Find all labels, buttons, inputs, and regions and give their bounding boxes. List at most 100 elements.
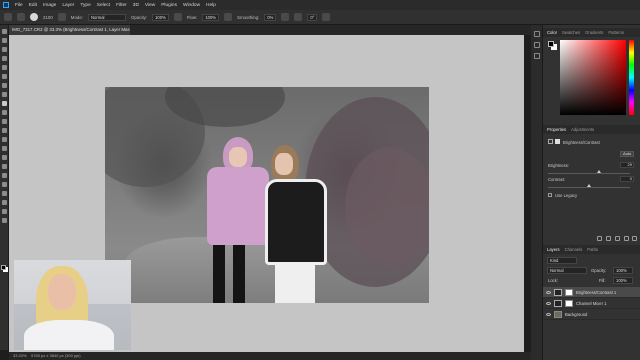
fill-field[interactable]: 100% — [613, 277, 633, 284]
photoshop-logo-icon[interactable] — [3, 2, 9, 8]
angle-field[interactable]: 0° — [307, 13, 318, 21]
menu-layer[interactable]: Layer — [59, 3, 77, 8]
eraser-tool-icon[interactable] — [2, 128, 7, 133]
angle-icon[interactable] — [294, 13, 303, 21]
menu-type[interactable]: Type — [77, 3, 93, 8]
history-brush-tool-icon[interactable] — [2, 119, 7, 124]
menu-view[interactable]: View — [142, 3, 158, 8]
airbrush-icon[interactable] — [224, 13, 233, 21]
pen-tool-icon[interactable] — [2, 164, 7, 169]
eye-icon[interactable] — [546, 312, 551, 316]
frame-tool-icon[interactable] — [2, 74, 7, 79]
marquee-tool-icon[interactable] — [2, 38, 7, 43]
hand-tool-icon[interactable] — [2, 200, 7, 205]
brush-preset-picker[interactable] — [30, 13, 38, 21]
tab-patterns[interactable]: Patterns — [608, 30, 624, 35]
menu-3d[interactable]: 3D — [130, 3, 142, 8]
dodge-tool-icon[interactable] — [2, 155, 7, 160]
tab-gradients[interactable]: Gradients — [585, 30, 603, 35]
menu-select[interactable]: Select — [94, 3, 113, 8]
contrast-label: Contrast: — [548, 177, 565, 182]
foreground-color-swatch[interactable] — [1, 265, 6, 270]
mode-select[interactable]: Normal — [87, 13, 126, 21]
use-legacy-checkbox[interactable] — [548, 193, 552, 197]
auto-button[interactable]: Auto — [620, 151, 634, 157]
layer-name[interactable]: Channel Mixer 1 — [576, 301, 607, 306]
contrast-slider-thumb[interactable] — [587, 184, 591, 187]
reset-icon[interactable] — [615, 236, 620, 241]
delete-adjustment-icon[interactable] — [632, 236, 637, 241]
menu-help[interactable]: Help — [203, 3, 219, 8]
layer-opacity-field[interactable]: 100% — [613, 267, 633, 274]
document-image[interactable] — [105, 87, 429, 303]
eye-icon[interactable] — [546, 301, 551, 305]
toggle-visibility-icon[interactable] — [624, 236, 629, 241]
layer-name[interactable]: Background — [565, 312, 587, 317]
more-tools-icon[interactable] — [2, 218, 7, 223]
layer-row[interactable]: Background — [543, 309, 640, 320]
crop-tool-icon[interactable] — [2, 65, 7, 70]
layer-filter-kind[interactable]: Kind — [547, 257, 577, 264]
layer-row[interactable]: Channel Mixer 1 — [543, 298, 640, 309]
color-picker-field[interactable] — [560, 40, 626, 115]
properties-panel-tabs: Properties Adjustments — [543, 125, 640, 134]
document-tab[interactable]: IMG_7317.CR2 @ 33.3% (Brightness/Contras… — [9, 25, 130, 35]
healing-brush-tool-icon[interactable] — [2, 92, 7, 97]
path-selection-tool-icon[interactable] — [2, 182, 7, 187]
layer-mask-thumbnail[interactable] — [565, 299, 573, 307]
gradient-tool-icon[interactable] — [2, 137, 7, 142]
hue-slider[interactable] — [629, 40, 634, 115]
color-panel-foreground-swatch[interactable] — [548, 41, 554, 47]
clip-to-layer-icon[interactable] — [597, 236, 602, 241]
blur-tool-icon[interactable] — [2, 146, 7, 151]
zoom-tool-icon[interactable] — [2, 209, 7, 214]
brightness-value[interactable]: 29 — [620, 162, 634, 168]
brush-tool-icon[interactable] — [2, 101, 7, 106]
clone-stamp-tool-icon[interactable] — [2, 110, 7, 115]
tab-channels[interactable]: Channels — [565, 247, 583, 252]
view-previous-state-icon[interactable] — [606, 236, 611, 241]
tab-adjustments[interactable]: Adjustments — [571, 127, 594, 132]
home-icon[interactable] — [4, 13, 12, 21]
brush-tool-icon[interactable] — [17, 13, 25, 21]
smoothing-field[interactable]: 0% — [264, 13, 277, 21]
eye-icon[interactable] — [546, 290, 551, 294]
menu-window[interactable]: Window — [180, 3, 203, 8]
layer-mask-icon[interactable] — [555, 139, 560, 144]
tab-paths[interactable]: Paths — [587, 247, 598, 252]
lasso-tool-icon[interactable] — [2, 47, 7, 52]
smoothing-label: Smoothing: — [237, 14, 260, 20]
contrast-slider[interactable] — [548, 187, 630, 188]
libraries-panel-icon[interactable] — [534, 42, 540, 48]
move-tool-icon[interactable] — [2, 29, 7, 34]
3d-panel-icon[interactable] — [534, 53, 540, 59]
quick-select-tool-icon[interactable] — [2, 56, 7, 61]
status-zoom[interactable]: 33.33% — [13, 353, 27, 358]
brightness-slider[interactable] — [548, 173, 630, 174]
menu-edit[interactable]: Edit — [26, 3, 40, 8]
brightness-slider-thumb[interactable] — [596, 170, 601, 173]
tab-properties[interactable]: Properties — [547, 127, 566, 132]
flow-field[interactable]: 100% — [202, 13, 220, 21]
contrast-value[interactable]: 0 — [620, 176, 634, 182]
menu-filter[interactable]: Filter — [113, 3, 130, 8]
pressure-opacity-icon[interactable] — [173, 13, 182, 21]
history-panel-icon[interactable] — [534, 31, 540, 37]
brush-settings-icon[interactable] — [57, 13, 66, 21]
tab-layers[interactable]: Layers — [547, 247, 560, 252]
pressure-size-icon[interactable] — [322, 13, 331, 21]
menu-file[interactable]: File — [12, 3, 26, 8]
layer-name[interactable]: Brightness/Contrast 1 — [576, 290, 616, 295]
tab-color[interactable]: Color — [547, 30, 557, 35]
menu-plugins[interactable]: Plugins — [158, 3, 180, 8]
smoothing-settings-icon[interactable] — [281, 13, 290, 21]
opacity-field[interactable]: 100% — [152, 13, 169, 21]
menu-image[interactable]: Image — [40, 3, 59, 8]
layer-row[interactable]: Brightness/Contrast 1 — [543, 287, 640, 298]
rectangle-tool-icon[interactable] — [2, 191, 7, 196]
tab-swatches[interactable]: Swatches — [562, 30, 580, 35]
eyedropper-tool-icon[interactable] — [2, 83, 7, 88]
layer-mask-thumbnail[interactable] — [565, 288, 573, 296]
type-tool-icon[interactable] — [2, 173, 7, 178]
blend-mode-select[interactable]: Normal — [547, 267, 587, 274]
